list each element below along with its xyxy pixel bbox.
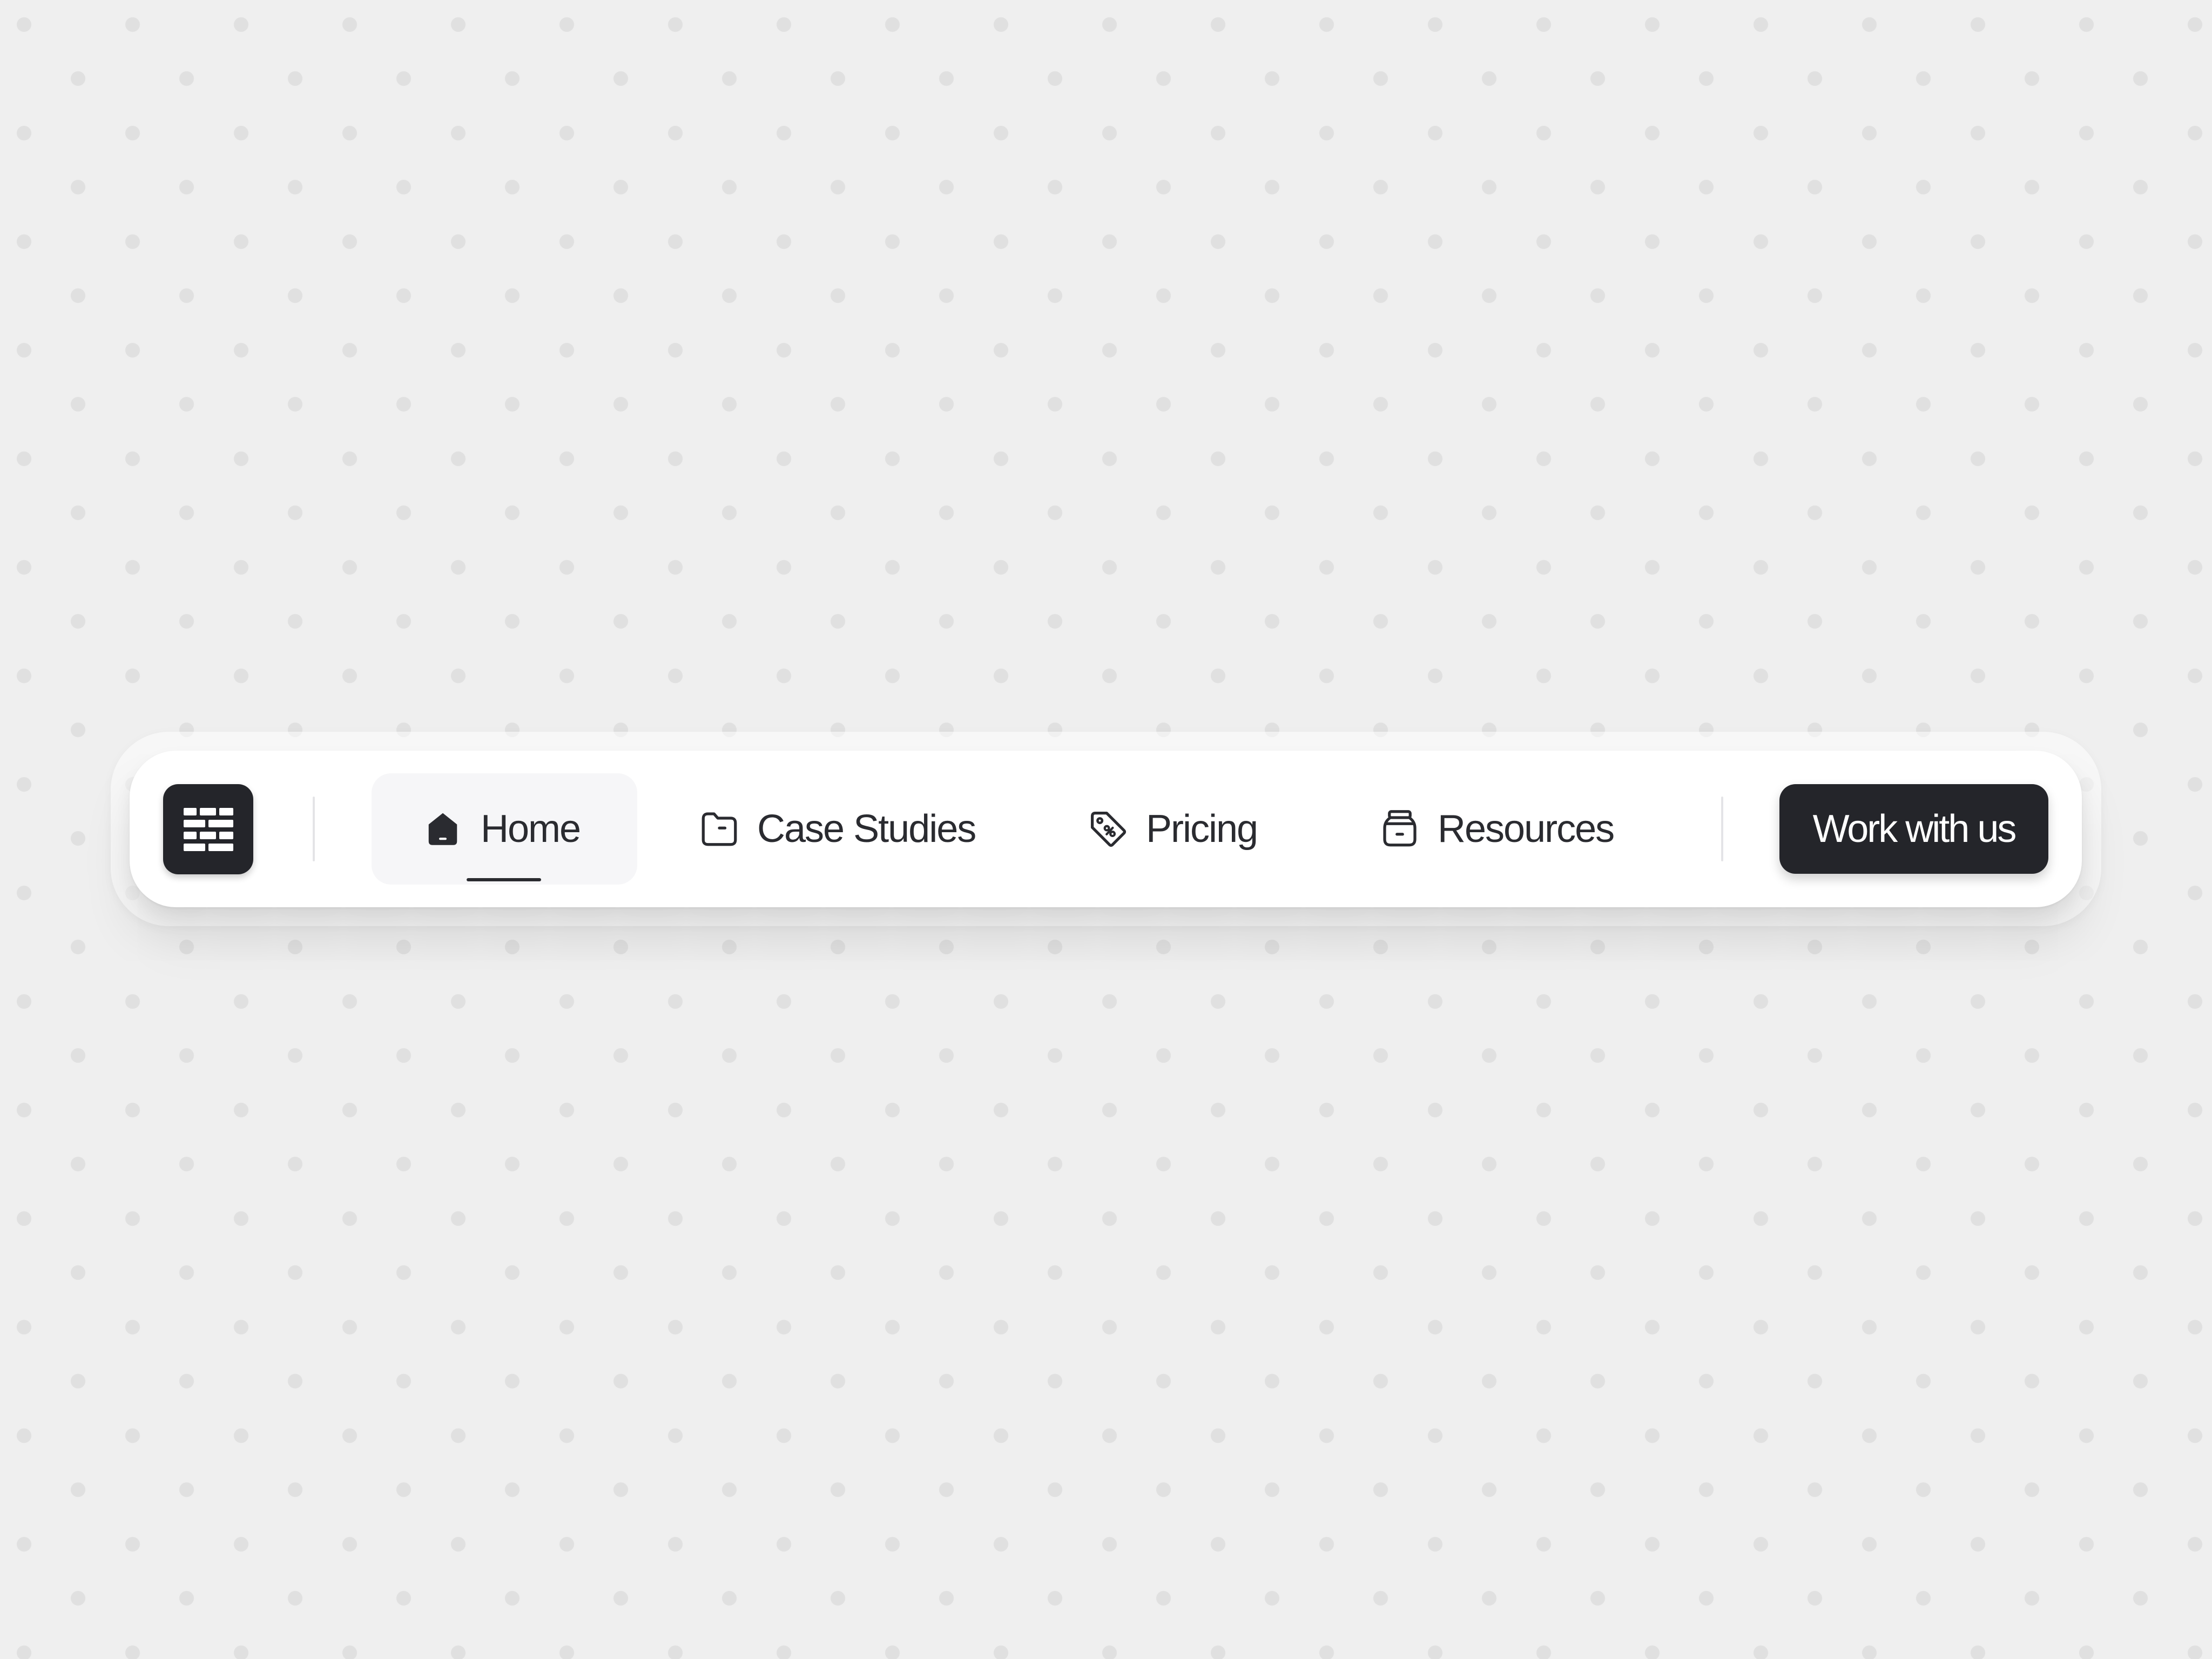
- nav-item-home[interactable]: Home: [372, 773, 637, 885]
- nav-item-case-studies[interactable]: Case Studies: [686, 773, 988, 885]
- logo-button[interactable]: [163, 784, 253, 874]
- nav-item-label: Home: [481, 807, 581, 851]
- nav-item-label: Resources: [1438, 807, 1615, 851]
- active-indicator: [467, 878, 541, 881]
- nav-item-resources[interactable]: Resources: [1366, 773, 1653, 885]
- jar-icon: [1383, 810, 1417, 847]
- folder-icon: [702, 812, 737, 846]
- nav-item-label: Pricing: [1146, 807, 1258, 851]
- home-icon: [428, 813, 457, 845]
- price-tag-icon: [1090, 811, 1127, 847]
- nav-item-label: Case Studies: [757, 807, 976, 851]
- brick-wall-icon: [184, 808, 233, 851]
- divider-right: [1721, 797, 1723, 861]
- nav-item-pricing[interactable]: Pricing: [1075, 773, 1285, 885]
- divider-left: [313, 797, 315, 861]
- work-with-us-button[interactable]: Work with us: [1779, 784, 2048, 874]
